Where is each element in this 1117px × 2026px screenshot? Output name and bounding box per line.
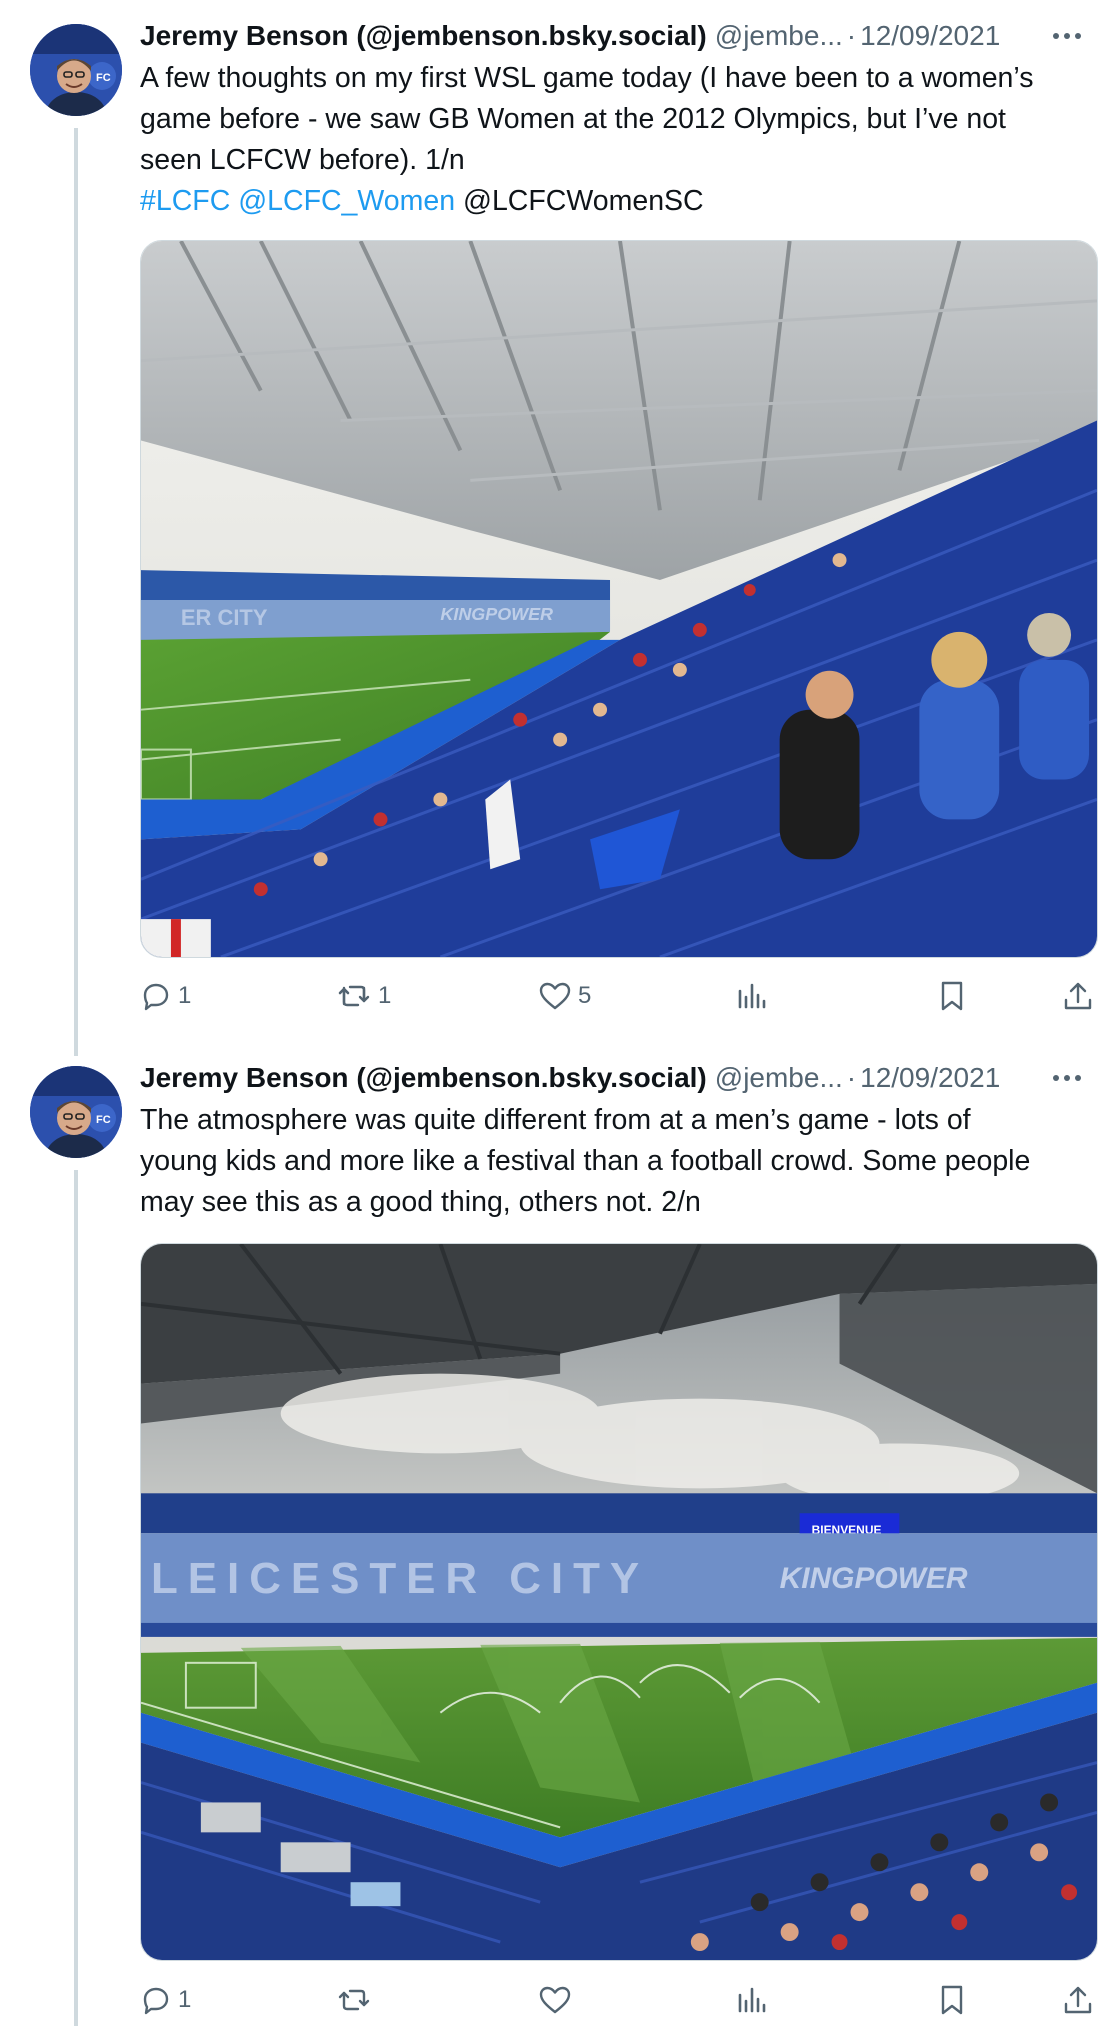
repost-icon bbox=[336, 980, 372, 1012]
tweet-text: A few thoughts on my first WSL game toda… bbox=[140, 58, 1100, 222]
avatar[interactable]: FC bbox=[30, 24, 122, 116]
sponsor-lettering: KINGPOWER bbox=[780, 1562, 968, 1595]
separator: · bbox=[846, 20, 857, 51]
tweet-date[interactable]: 12/09/2021 bbox=[860, 18, 1000, 54]
tweet-text-line: young kids and more like a festival than… bbox=[140, 1145, 1031, 1177]
bookmark-button[interactable] bbox=[938, 1980, 966, 2020]
tweet-image-stadium-stand[interactable]: ER CITY KINGPOWER bbox=[140, 240, 1098, 958]
views-button[interactable] bbox=[734, 1980, 772, 2020]
mention-text: @LCFCWomenSC bbox=[463, 185, 704, 217]
author-handle[interactable]: @jembe... bbox=[715, 1060, 843, 1096]
tweet-actions: 1 1 5 bbox=[140, 976, 1100, 1016]
repost-button[interactable] bbox=[336, 1980, 378, 2020]
views-button[interactable] bbox=[734, 976, 772, 1016]
like-button[interactable] bbox=[538, 1980, 578, 2020]
avatar[interactable]: FC bbox=[30, 1066, 122, 1158]
share-button[interactable] bbox=[1062, 1980, 1094, 2020]
share-button[interactable] bbox=[1062, 976, 1094, 1016]
heart-icon bbox=[538, 1984, 572, 2016]
bookmark-icon bbox=[938, 1984, 966, 2016]
reply-icon bbox=[140, 980, 172, 1012]
separator: · bbox=[846, 1062, 857, 1093]
like-button[interactable]: 5 bbox=[538, 976, 591, 1016]
mention-link[interactable]: @LCFC_Women bbox=[238, 185, 455, 217]
svg-text:KINGPOWER: KINGPOWER bbox=[440, 604, 553, 624]
tweet-text-line: game before - we saw GB Women at the 201… bbox=[140, 103, 1006, 135]
reply-button[interactable]: 1 bbox=[140, 976, 191, 1016]
tweet-text: The atmosphere was quite different from … bbox=[140, 1100, 1100, 1223]
tweet[interactable]: FC Jeremy Benson (@jembenson.bsky.social… bbox=[0, 1040, 1117, 2026]
repost-button[interactable]: 1 bbox=[336, 976, 391, 1016]
tweet-text-line: may see this as a good thing, others not… bbox=[140, 1186, 701, 1218]
author-name[interactable]: Jeremy Benson (@jembenson.bsky.social) bbox=[140, 1060, 707, 1096]
heart-icon bbox=[538, 980, 572, 1012]
tweet-date[interactable]: 12/09/2021 bbox=[860, 1060, 1000, 1096]
tweet-header: Jeremy Benson (@jembenson.bsky.social) @… bbox=[140, 18, 1097, 54]
share-icon bbox=[1062, 980, 1094, 1012]
like-count: 5 bbox=[578, 982, 592, 1009]
tweet-tags-line: #LCFC @LCFC_Women @LCFCWomenSC bbox=[140, 181, 1100, 222]
reply-count: 1 bbox=[178, 1986, 192, 2013]
tweet[interactable]: FC Jeremy Benson (@jembenson.bsky.social… bbox=[0, 0, 1117, 1040]
repost-count: 1 bbox=[378, 982, 392, 1009]
tweet-actions: 1 bbox=[140, 1980, 1100, 2020]
tweet-image-stadium-pitch[interactable]: BIENVENUE LEICESTER CITY KINGPOWER bbox=[140, 1243, 1098, 1961]
tweet-text-line: seen LCFCW before). 1/n bbox=[140, 144, 465, 176]
author-handle[interactable]: @jembe... bbox=[715, 18, 843, 54]
svg-text:FC: FC bbox=[96, 1114, 111, 1126]
tweet-text-line: A few thoughts on my first WSL game toda… bbox=[140, 62, 1034, 94]
reply-count: 1 bbox=[178, 982, 192, 1009]
share-icon bbox=[1062, 1984, 1094, 2016]
bar-chart-icon bbox=[734, 1984, 766, 2016]
more-horizontal-icon[interactable] bbox=[1047, 1060, 1087, 1096]
hashtag-link[interactable]: #LCFC bbox=[140, 185, 230, 217]
bar-chart-icon bbox=[734, 980, 766, 1012]
repost-icon bbox=[336, 1984, 372, 2016]
reply-button[interactable]: 1 bbox=[140, 1980, 191, 2020]
tweet-header: Jeremy Benson (@jembenson.bsky.social) @… bbox=[140, 1060, 1097, 1096]
reply-icon bbox=[140, 1984, 172, 2016]
svg-text:FC: FC bbox=[96, 72, 111, 84]
author-name[interactable]: Jeremy Benson (@jembenson.bsky.social) bbox=[140, 18, 707, 54]
more-horizontal-icon[interactable] bbox=[1047, 18, 1087, 54]
tweet-text-line: The atmosphere was quite different from … bbox=[140, 1104, 971, 1136]
bookmark-button[interactable] bbox=[938, 976, 966, 1016]
stand-lettering: LEICESTER CITY bbox=[151, 1554, 649, 1603]
svg-text:ER CITY: ER CITY bbox=[181, 605, 268, 630]
bookmark-icon bbox=[938, 980, 966, 1012]
